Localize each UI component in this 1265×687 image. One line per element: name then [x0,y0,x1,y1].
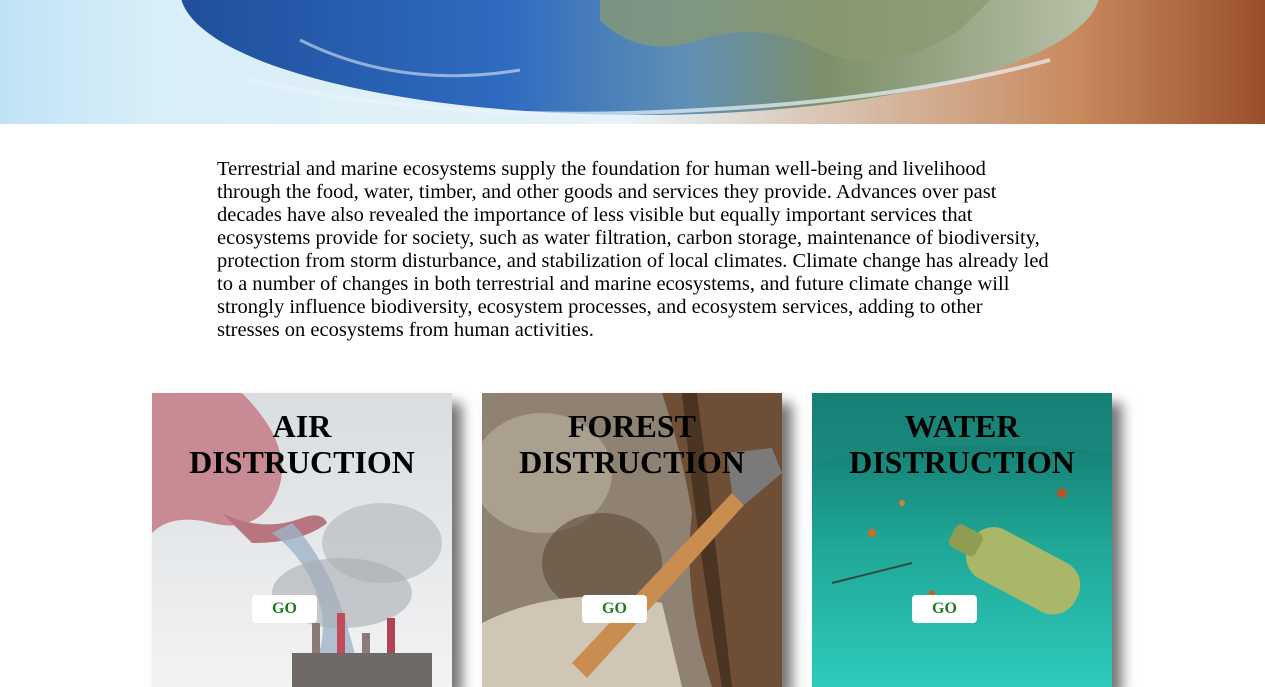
card-water-distruction: WATER DISTRUCTION GO [812,393,1112,687]
card-title: WATER DISTRUCTION [812,408,1112,480]
card-title-line-1: AIR [272,408,332,444]
card-title-line-2: DISTRUCTION [849,444,1075,480]
forest-go-button[interactable]: GO [582,595,647,623]
card-title: FOREST DISTRUCTION [482,408,782,480]
intro-paragraph: Terrestrial and marine ecosystems supply… [217,158,1049,341]
card-title-line-2: DISTRUCTION [519,444,745,480]
card-air-distruction: AIR DISTRUCTION GO [152,393,452,687]
card-forest-distruction: FOREST DISTRUCTION GO [482,393,782,687]
water-go-button[interactable]: GO [912,595,977,623]
hero-earth-image [0,0,1265,124]
card-title: AIR DISTRUCTION [152,408,452,480]
air-go-button[interactable]: GO [252,595,317,623]
card-title-line-1: WATER [904,408,1020,444]
card-title-line-1: FOREST [567,408,697,444]
card-title-line-2: DISTRUCTION [189,444,415,480]
